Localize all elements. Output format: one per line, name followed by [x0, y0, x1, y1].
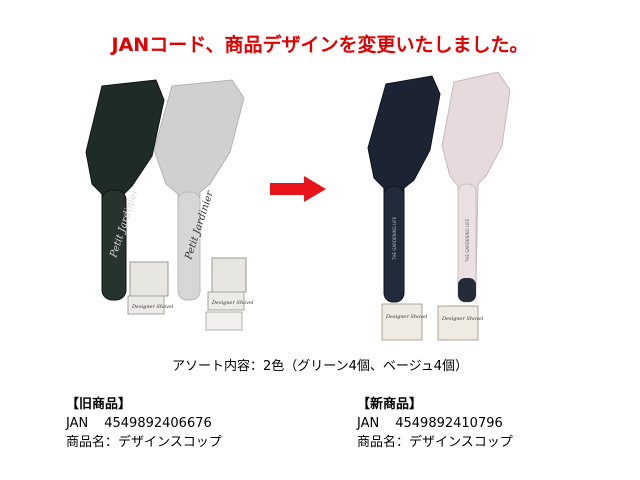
- old-product-heading: 【旧商品】: [66, 397, 132, 412]
- new-product-jan-line: JAN 4549892410796: [357, 414, 513, 433]
- new-dark-trowel: THE GARDENING LIFE: [367, 75, 441, 303]
- svg-text:Designer Shovel: Designer Shovel: [385, 314, 428, 320]
- new-jan-code: 4549892410796: [395, 416, 503, 431]
- old-product-name: 商品名：デザインスコップ: [66, 435, 222, 450]
- new-product-block: 【新商品】 JAN 4549892410796 商品名：デザインスコップ: [357, 395, 513, 452]
- headline-notice: JANコード、商品デザインを変更いたしました。: [111, 34, 529, 56]
- new-jan-label: JAN: [357, 416, 380, 431]
- new-product-tags: Designer Shovel Designer Shovel: [381, 303, 484, 341]
- new-product-photo: THE GARDENING LIFE THE GARDENING LIFE De…: [360, 72, 520, 342]
- new-product-heading: 【新商品】: [357, 397, 423, 412]
- old-jan-code: 4549892406676: [104, 416, 212, 431]
- assortment-info: アソート内容：2色（グリーン4個、ベージュ4個）: [172, 359, 468, 374]
- change-arrow-icon: [270, 176, 326, 202]
- svg-text:Designer Shovel: Designer Shovel: [131, 304, 174, 310]
- new-dark-handle-text: THE GARDENING LIFE: [392, 216, 397, 261]
- old-product-photo: Petit Jardinier Petit Jardinier Designer…: [80, 72, 260, 342]
- old-product-block: 【旧商品】 JAN 4549892406676 商品名：デザインスコップ: [66, 395, 222, 452]
- svg-text:Designer Shovel: Designer Shovel: [441, 316, 484, 322]
- old-jan-label: JAN: [66, 416, 89, 431]
- new-light-trowel: THE GARDENING LIFE: [441, 72, 511, 303]
- svg-text:Designer Shovel: Designer Shovel: [211, 300, 254, 306]
- new-light-handle-text: THE GARDENING LIFE: [465, 218, 470, 263]
- new-product-name: 商品名：デザインスコップ: [357, 435, 513, 450]
- old-product-jan-line: JAN 4549892406676: [66, 414, 222, 433]
